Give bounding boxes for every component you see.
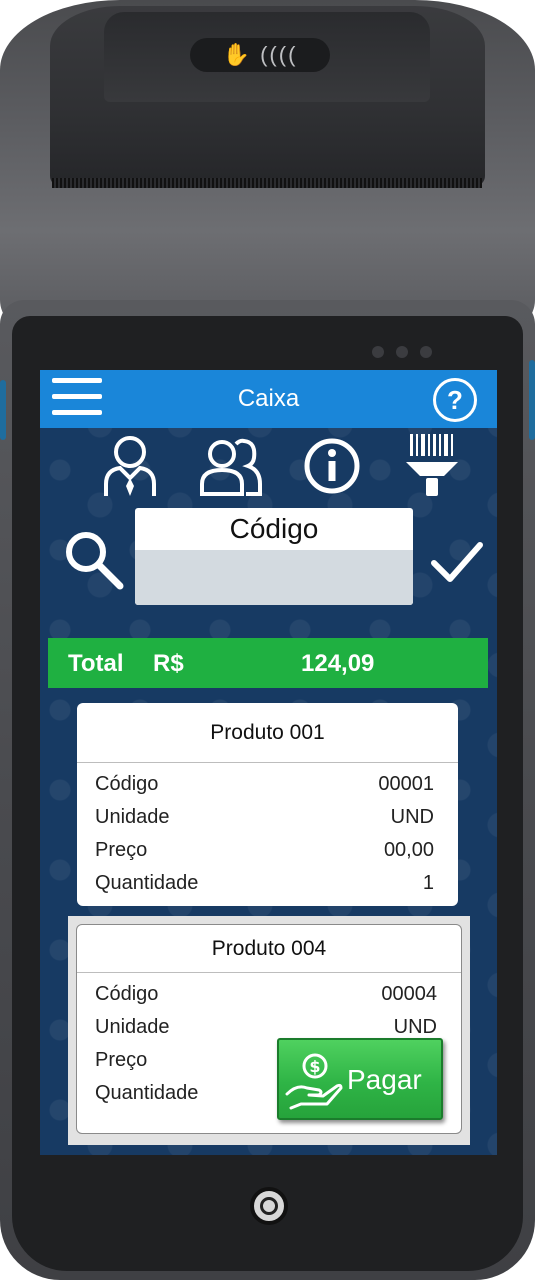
- product-row-quantity: Quantidade 1: [77, 866, 458, 899]
- search-icon[interactable]: [62, 528, 126, 592]
- code-label: Código: [229, 513, 319, 544]
- total-bar: Total R$ 124,09: [48, 638, 488, 688]
- row-label: Código: [95, 773, 159, 795]
- total-label: Total: [68, 650, 124, 677]
- pay-button[interactable]: $ Pagar: [277, 1038, 443, 1120]
- product-row-code: Código 00001: [77, 767, 458, 800]
- row-value: 1: [422, 872, 434, 894]
- product-card[interactable]: Produto 001 Código 00001 Unidade UND Pre…: [77, 703, 458, 906]
- row-label: Quantidade: [95, 872, 199, 894]
- hand-money-icon: $: [285, 1053, 343, 1110]
- side-button-left[interactable]: [0, 380, 6, 440]
- toolbar: [40, 432, 497, 502]
- product-name: Produto 004: [77, 925, 461, 973]
- side-button-right[interactable]: [529, 360, 535, 440]
- total-currency: R$: [153, 650, 184, 677]
- menu-icon[interactable]: [52, 378, 102, 422]
- app-title: Caixa: [237, 385, 300, 412]
- help-icon[interactable]: ?: [433, 378, 477, 422]
- pay-label: Pagar: [347, 1064, 422, 1095]
- app-bar: Caixa ?: [40, 370, 497, 428]
- svg-text:$: $: [309, 1057, 320, 1076]
- row-value: UND: [390, 806, 434, 828]
- code-input[interactable]: [135, 550, 413, 605]
- app-screen: Caixa ? Código Total R$ 124,09 Produto 0…: [40, 370, 497, 1155]
- code-field: Código: [135, 508, 413, 605]
- row-value: UND: [393, 1016, 437, 1038]
- row-label: Unidade: [95, 806, 170, 828]
- product-row-code: Código 00004: [77, 977, 461, 1010]
- row-label: Preço: [95, 1049, 148, 1071]
- user-tie-icon[interactable]: [100, 432, 160, 498]
- total-value: 124,09: [301, 650, 375, 677]
- row-value: 00,00: [383, 839, 434, 861]
- checkmark-icon[interactable]: [430, 535, 484, 589]
- users-icon[interactable]: [198, 432, 264, 498]
- barcode-scanner-icon[interactable]: [402, 432, 462, 498]
- row-value: 00004: [381, 983, 437, 1005]
- product-row-unit: Unidade UND: [77, 800, 458, 833]
- row-label: Código: [95, 983, 159, 1005]
- row-label: Preço: [95, 839, 148, 861]
- row-label: Unidade: [95, 1016, 170, 1038]
- home-button[interactable]: [250, 1187, 288, 1225]
- sensor-dots: [372, 346, 432, 358]
- product-row-price: Preço 00,00: [77, 833, 458, 866]
- product-name: Produto 001: [77, 703, 458, 763]
- contactless-icon: ✋ ((((: [190, 38, 330, 72]
- info-icon[interactable]: [302, 432, 362, 498]
- row-label: Quantidade: [95, 1082, 199, 1104]
- row-value: 00001: [378, 773, 434, 795]
- paper-slot: [52, 178, 482, 188]
